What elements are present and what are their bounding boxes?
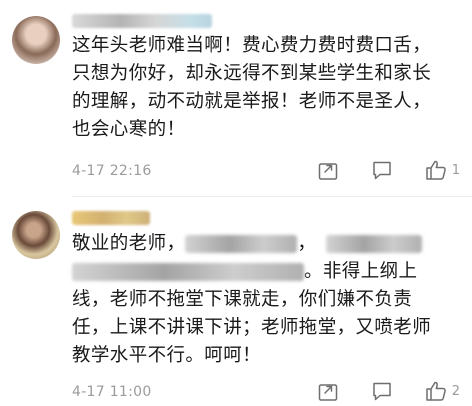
comment-line: 的理解，动不动就是举报！老师不是圣人， (72, 91, 432, 112)
redacted-text (185, 235, 298, 253)
comment-timestamp: 4-17 11:00 (72, 384, 152, 400)
comment-segment: ， (297, 233, 317, 254)
username-redacted[interactable] (72, 211, 150, 225)
comment-actions: 2 (315, 378, 460, 404)
avatar[interactable] (12, 211, 60, 259)
like-count: 2 (451, 383, 460, 399)
comment-actions: 1 (315, 157, 460, 183)
comment-line: 任，上课不讲课下讲；老师拖堂，又喷老师 (72, 317, 432, 338)
comment-icon[interactable] (369, 157, 395, 183)
comment-line: 教学水平不行。呵呵！ (72, 345, 262, 366)
comment-item: 这年头老师难当啊！费心费力费时费口舌， 只想为你好，却永远得不到某些学生和家长 … (0, 0, 472, 196)
thumbs-up-icon[interactable] (423, 157, 449, 183)
thumbs-up-icon[interactable] (423, 378, 449, 404)
comment-line: 。非得上纲上 (72, 258, 464, 286)
redacted-text (72, 263, 304, 281)
username-redacted[interactable] (72, 14, 212, 28)
share-icon[interactable] (315, 157, 341, 183)
comment-timestamp: 4-17 22:16 (72, 163, 152, 179)
comment-text: 敬业的老师， ， 。非得上纲上 线，老师不拖堂下课就走，你们嫌不负责 任，上课不讲… (72, 230, 464, 370)
avatar[interactable] (12, 16, 60, 64)
comment-item: 敬业的老师， ， 。非得上纲上 线，老师不拖堂下课就走，你们嫌不负责 任，上课不讲… (0, 197, 472, 406)
comment-segment: 敬业的老师， (72, 233, 186, 254)
comment-line: 这年头老师难当啊！费心费力费时费口舌， (72, 35, 432, 56)
comment-line: 线，老师不拖堂下课就走，你们嫌不负责 (72, 289, 413, 310)
comment-line: 也会心寒的！ (72, 119, 186, 140)
like-count: 1 (451, 162, 460, 178)
comment-text: 这年头老师难当啊！费心费力费时费口舌， 只想为你好，却永远得不到某些学生和家长 … (72, 32, 464, 144)
comment-line: 只想为你好，却永远得不到某些学生和家长 (72, 63, 432, 84)
comment-feed: 这年头老师难当啊！费心费力费时费口舌， 只想为你好，却永远得不到某些学生和家长 … (0, 0, 472, 406)
comment-line: 敬业的老师， ， (72, 230, 464, 258)
comment-icon[interactable] (369, 378, 395, 404)
redacted-text (326, 235, 423, 253)
share-icon[interactable] (315, 378, 341, 404)
comment-segment: 。非得上纲上 (304, 261, 418, 282)
